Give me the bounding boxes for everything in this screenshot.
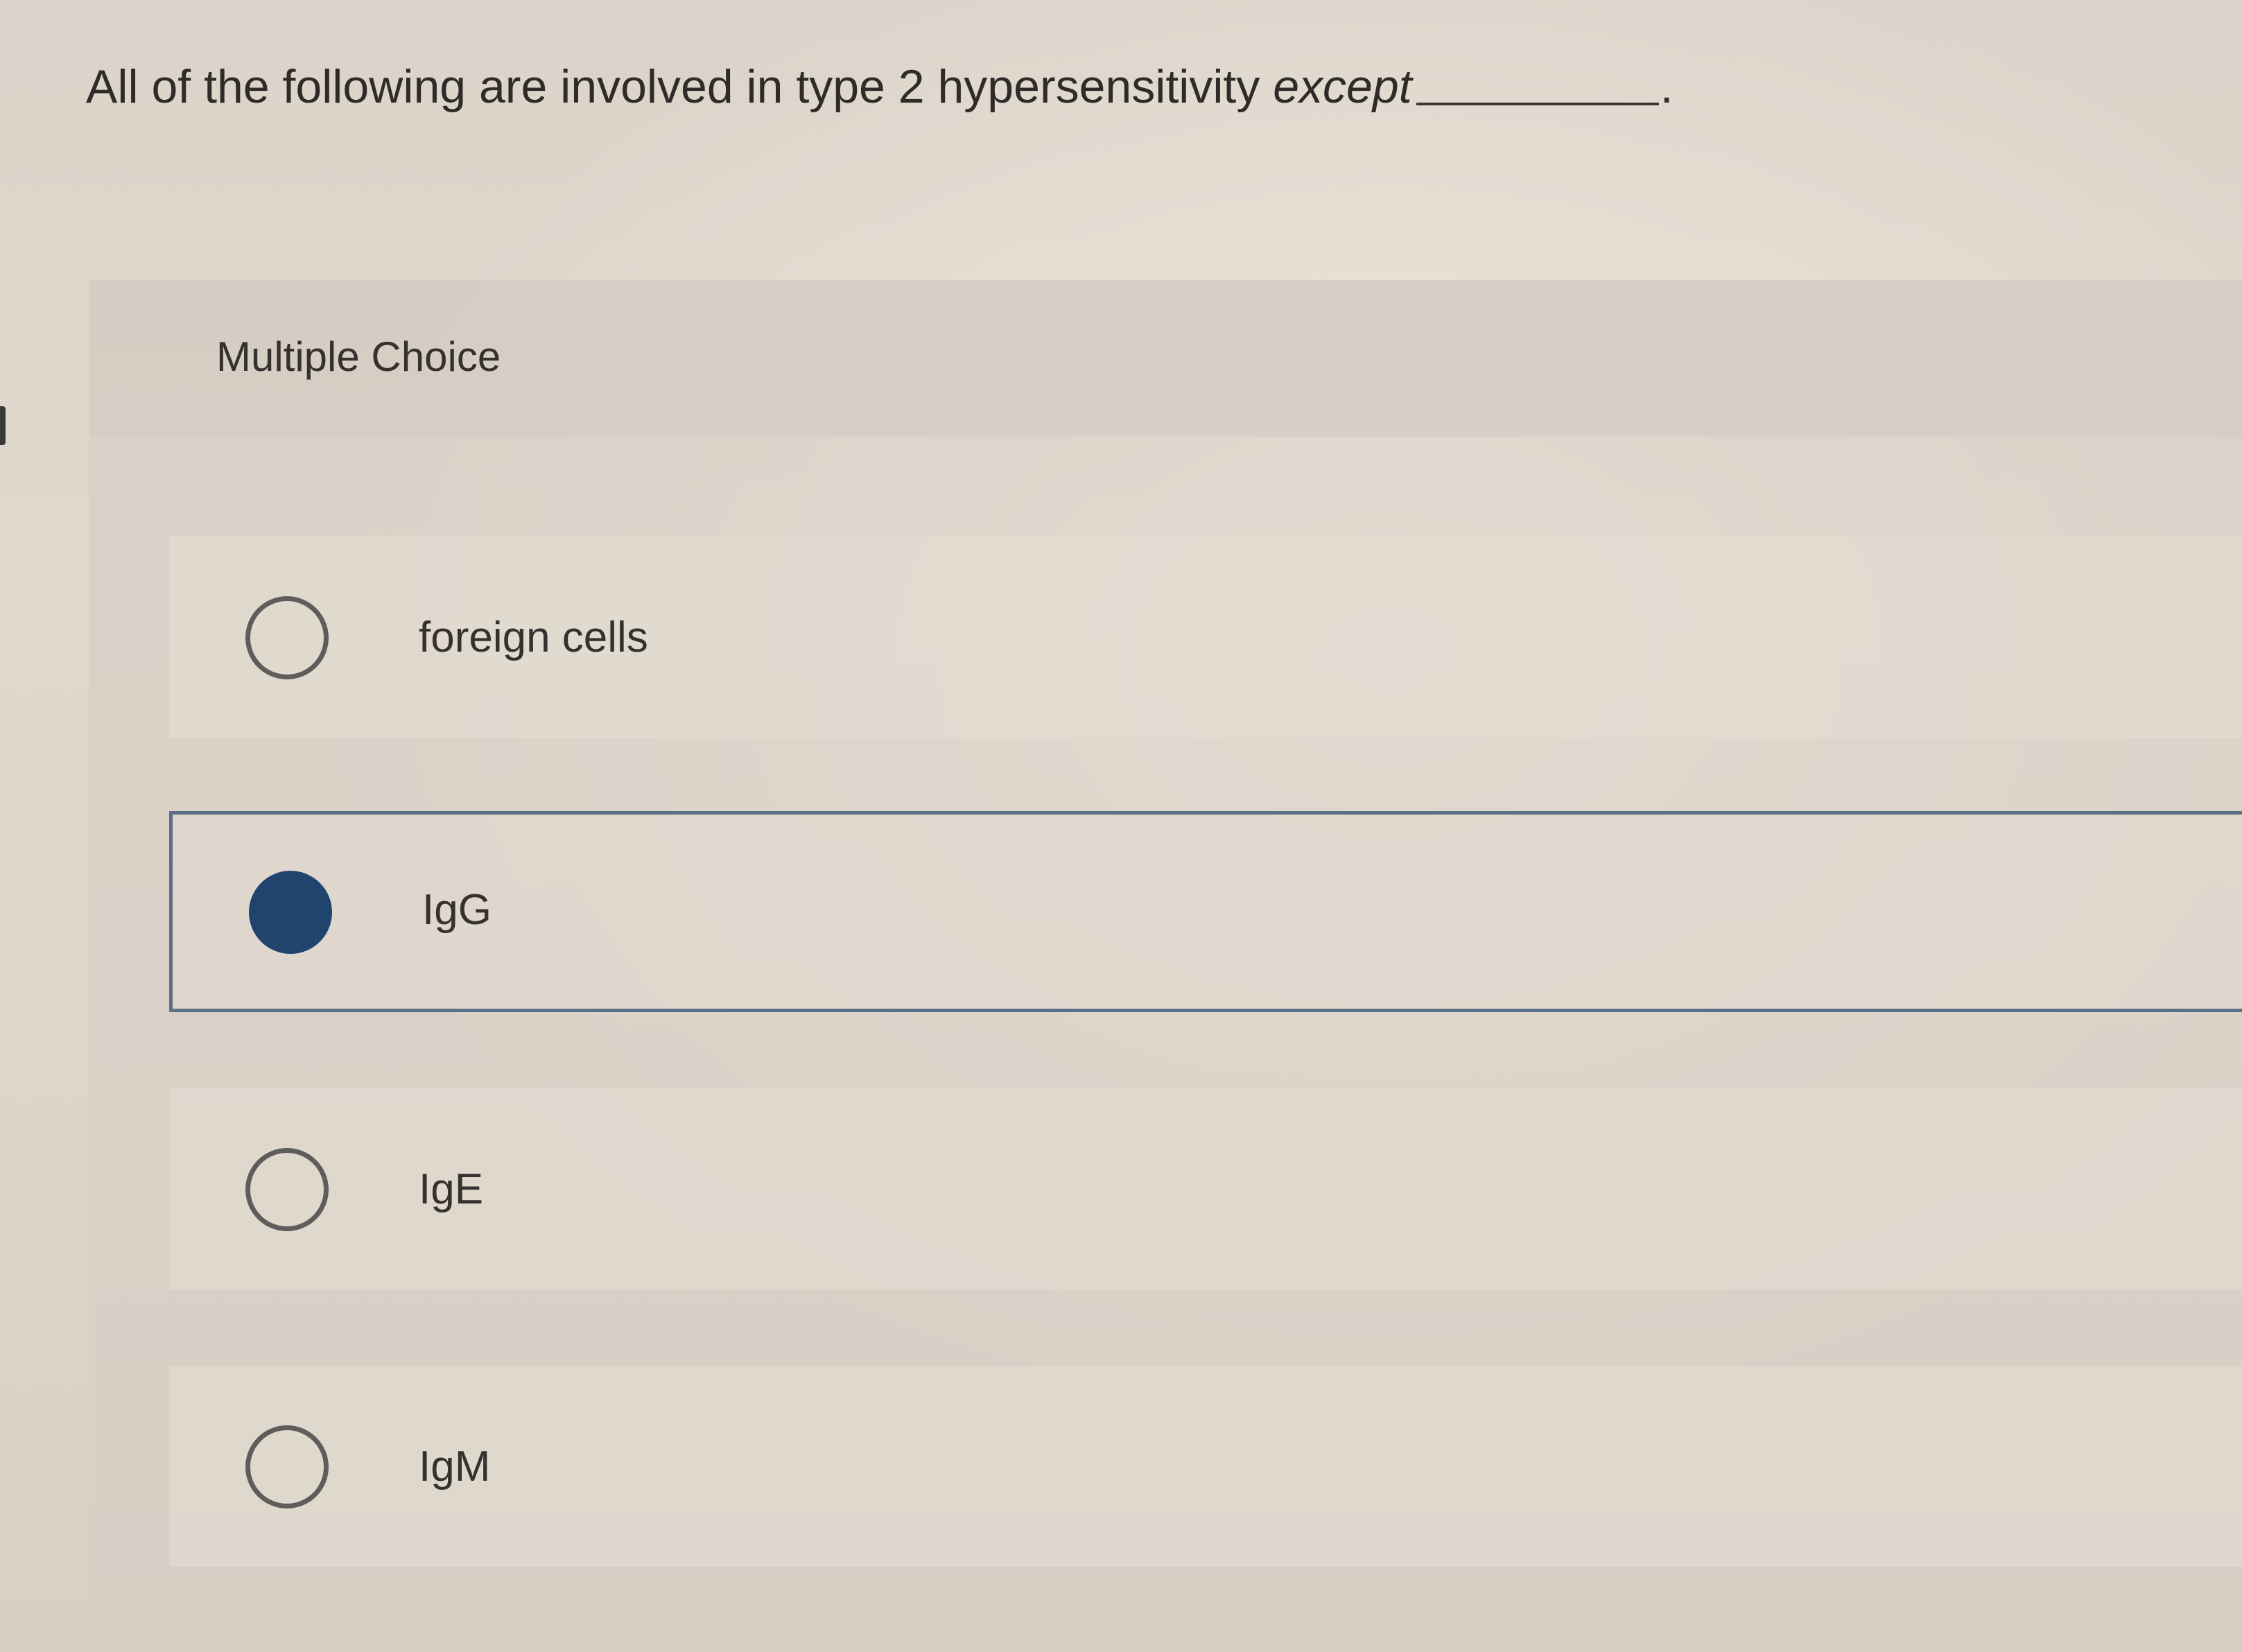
answer-option-label: IgG bbox=[422, 886, 492, 934]
answer-option-foreign-cells[interactable]: foreign cells bbox=[169, 537, 2242, 738]
radio-button[interactable] bbox=[245, 596, 329, 679]
answer-option-ige[interactable]: IgE bbox=[169, 1088, 2242, 1289]
radio-button[interactable] bbox=[245, 1425, 329, 1508]
answer-option-label: foreign cells bbox=[419, 614, 648, 661]
left-edge-tab bbox=[0, 406, 6, 445]
answer-option-igm[interactable]: IgM bbox=[169, 1366, 2242, 1567]
question-prompt: All of the following are involved in typ… bbox=[86, 55, 1674, 118]
answer-blank bbox=[1416, 103, 1659, 105]
question-panel: Multiple Choice foreign cells IgG IgE Ig… bbox=[89, 280, 2242, 1652]
answer-option-label: IgM bbox=[419, 1443, 491, 1490]
answer-option-label: IgE bbox=[419, 1165, 484, 1213]
question-type-label: Multiple Choice bbox=[216, 333, 501, 380]
radio-button[interactable] bbox=[245, 1148, 329, 1231]
answer-option-igg[interactable]: IgG bbox=[169, 811, 2242, 1012]
question-text: All of the following are involved in typ… bbox=[86, 60, 1260, 113]
radio-button-selected[interactable] bbox=[249, 871, 332, 954]
question-emphasis: except bbox=[1273, 60, 1412, 113]
question-period: . bbox=[1660, 60, 1674, 113]
